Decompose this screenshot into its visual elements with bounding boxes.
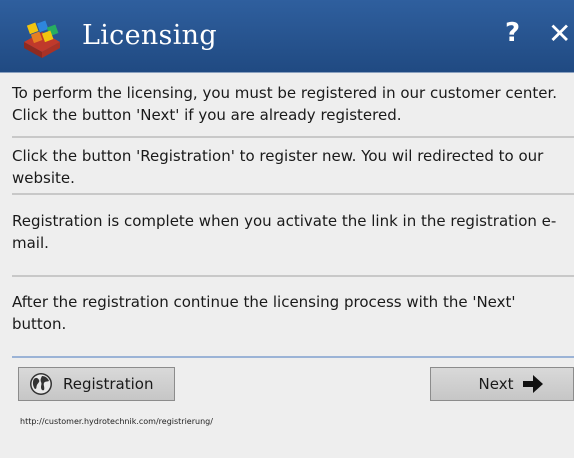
close-button[interactable]: ✕ — [548, 17, 571, 50]
info-paragraph-3: Registration is complete when you activa… — [12, 212, 557, 252]
divider — [12, 275, 574, 277]
divider — [12, 356, 574, 358]
next-button-label: Next — [478, 375, 514, 393]
registration-button-label: Registration — [63, 375, 154, 393]
title-bar: Licensing ? ✕ — [0, 0, 574, 73]
divider — [12, 193, 574, 195]
divider — [12, 136, 574, 138]
info-paragraph-2: Click the button 'Registration' to regis… — [12, 147, 544, 187]
info-paragraph-4: After the registration continue the lice… — [12, 293, 516, 333]
registration-url: http://customer.hydrotechnik.com/registr… — [20, 417, 213, 426]
info-paragraph-1: To perform the licensing, you must be re… — [12, 84, 558, 124]
arrow-right-icon — [523, 375, 544, 393]
next-button[interactable]: Next — [430, 367, 574, 401]
globe-icon — [30, 373, 52, 395]
help-button[interactable]: ? — [505, 18, 520, 48]
registration-button[interactable]: Registration — [18, 367, 175, 401]
window-title: Licensing — [82, 20, 217, 51]
cubes-icon — [24, 20, 60, 58]
